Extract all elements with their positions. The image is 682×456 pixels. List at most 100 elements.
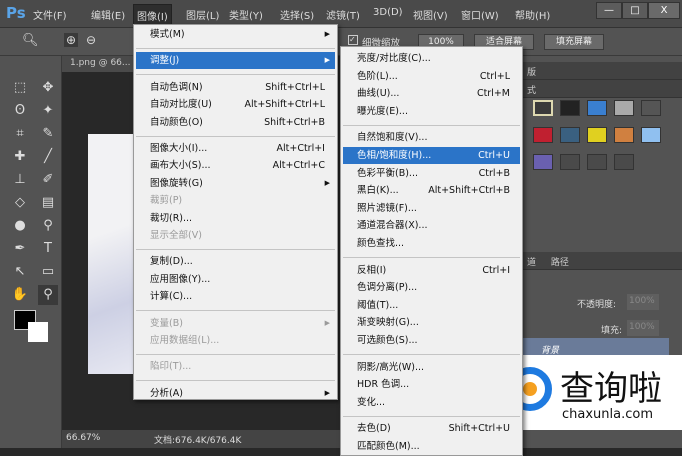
menu-item[interactable]: 分析(A) ▶ xyxy=(136,385,335,402)
menu-item[interactable]: 变化... xyxy=(343,394,520,411)
menu-item[interactable]: 色阶(L)... Ctrl+L xyxy=(343,68,520,85)
tool-icon-1[interactable]: ✥ xyxy=(38,78,58,98)
menu-item[interactable]: 图像大小(I)... Alt+Ctrl+I xyxy=(136,140,335,157)
menu-item[interactable]: 自然饱和度(V)... xyxy=(343,129,520,146)
zoom-level: 66.67% xyxy=(66,433,101,443)
tool-icon-2[interactable]: ʘ xyxy=(10,101,30,121)
style-swatch[interactable] xyxy=(641,100,661,116)
menu-9[interactable]: 窗口(W) xyxy=(458,7,502,22)
menu-3[interactable]: 图层(L) xyxy=(183,7,222,22)
menu-item-label: 裁剪(P) xyxy=(150,195,183,207)
tool-icon-15[interactable]: T xyxy=(38,239,58,259)
menu-item[interactable]: 可选颜色(S)... xyxy=(343,332,520,349)
menu-item[interactable]: 通道混合器(X)... xyxy=(343,217,520,234)
menu-item[interactable]: 色相/饱和度(H)... Ctrl+U xyxy=(343,147,520,164)
menu-item[interactable]: 画布大小(S)... Alt+Ctrl+C xyxy=(136,157,335,174)
opacity-input[interactable]: 100% xyxy=(627,294,659,310)
style-swatch[interactable] xyxy=(533,127,553,143)
menu-item[interactable]: 色调分离(P)... xyxy=(343,279,520,296)
style-swatch[interactable] xyxy=(587,127,607,143)
menu-item[interactable]: 亮度/对比度(C)... xyxy=(343,50,520,67)
menu-item[interactable]: 曲线(U)... Ctrl+M xyxy=(343,85,520,102)
close-button[interactable]: X xyxy=(648,2,680,19)
tool-icon-14[interactable]: ✒ xyxy=(10,239,30,259)
zoom-in-icon[interactable]: ⊕ xyxy=(64,33,79,47)
style-swatch[interactable] xyxy=(587,154,607,170)
menu-item[interactable]: 自动对比度(U) Alt+Shift+Ctrl+L xyxy=(136,96,335,113)
menu-item[interactable]: 图像旋转(G) ▶ xyxy=(136,175,335,192)
menu-item[interactable]: 裁切(R)... xyxy=(136,210,335,227)
menu-8[interactable]: 视图(V) xyxy=(410,7,451,22)
zoom-out-icon[interactable]: ⊖ xyxy=(86,33,96,47)
tool-icon-4[interactable]: ⌗ xyxy=(10,124,30,144)
minimize-button[interactable]: — xyxy=(596,2,622,19)
panel-tab-swatches[interactable]: 版 xyxy=(523,62,682,80)
style-swatch[interactable] xyxy=(560,127,580,143)
menu-item[interactable]: 照片滤镜(F)... xyxy=(343,200,520,217)
menu-item[interactable]: 复制(D)... xyxy=(136,253,335,270)
menu-item[interactable]: 颜色查找... xyxy=(343,235,520,252)
tool-icon-11[interactable]: ▤ xyxy=(38,193,58,213)
menu-item-shortcut: Alt+Shift+Ctrl+B xyxy=(428,185,510,197)
tool-icon-16[interactable]: ↖ xyxy=(10,262,30,282)
tool-icon-9[interactable]: ✐ xyxy=(38,170,58,190)
tool-icon-3[interactable]: ✦ xyxy=(38,101,58,121)
maximize-button[interactable]: □ xyxy=(622,2,648,19)
menu-item[interactable]: 自动色调(N) Shift+Ctrl+L xyxy=(136,79,335,96)
scrubby-zoom-checkbox[interactable]: ✓ xyxy=(348,35,358,45)
menu-item[interactable]: 色彩平衡(B)... Ctrl+B xyxy=(343,165,520,182)
tab-paths[interactable]: 路径 xyxy=(551,258,569,268)
menu-0[interactable]: 文件(F) xyxy=(30,7,70,22)
zoom-tool-icon[interactable]: 🔍︎ xyxy=(22,33,39,48)
menu-item[interactable]: 计算(C)... xyxy=(136,288,335,305)
menu-item[interactable]: 渐变映射(G)... xyxy=(343,314,520,331)
menu-4[interactable]: 类型(Y) xyxy=(226,7,266,22)
style-swatch[interactable] xyxy=(587,100,607,116)
menu-item[interactable]: 阈值(T)... xyxy=(343,297,520,314)
style-swatch[interactable] xyxy=(560,100,580,116)
document-tab[interactable]: 1.png @ 66... xyxy=(62,56,142,72)
tool-icon-8[interactable]: ⊥ xyxy=(10,170,30,190)
tool-icon-19[interactable]: ⚲ xyxy=(38,285,58,305)
menu-item[interactable]: 模式(M) ▶ xyxy=(136,26,335,43)
menu-item[interactable]: 自动颜色(O) Shift+Ctrl+B xyxy=(136,114,335,131)
menu-7[interactable]: 3D(D) xyxy=(370,7,406,18)
tool-icon-10[interactable]: ◇ xyxy=(10,193,30,213)
style-swatch[interactable] xyxy=(614,154,634,170)
menu-item-label: 黑白(K)... xyxy=(357,185,399,197)
menu-item-shortcut: Alt+Shift+Ctrl+L xyxy=(244,99,325,111)
style-swatch[interactable] xyxy=(614,127,634,143)
tab-channels[interactable]: 道 xyxy=(527,258,536,268)
menu-item[interactable]: 曝光度(E)... xyxy=(343,103,520,120)
menu-10[interactable]: 帮助(H) xyxy=(512,7,553,22)
tool-icon-17[interactable]: ▭ xyxy=(38,262,58,282)
fill-input[interactable]: 100% xyxy=(627,320,659,336)
style-swatch[interactable] xyxy=(533,100,553,116)
menu-item[interactable]: 去色(D) Shift+Ctrl+U xyxy=(343,420,520,437)
tool-icon-13[interactable]: ⚲ xyxy=(38,216,58,236)
style-swatch[interactable] xyxy=(614,100,634,116)
tool-icon-7[interactable]: ╱ xyxy=(38,147,58,167)
menu-item[interactable]: 调整(J) ▶ xyxy=(136,52,335,70)
panel-tab-styles[interactable]: 式 xyxy=(523,80,682,98)
tool-icon-5[interactable]: ✎ xyxy=(38,124,58,144)
style-swatch[interactable] xyxy=(533,154,553,170)
style-swatch[interactable] xyxy=(641,127,661,143)
style-swatch[interactable] xyxy=(560,154,580,170)
background-color-swatch[interactable] xyxy=(28,322,48,342)
tool-icon-6[interactable]: ✚ xyxy=(10,147,30,167)
menu-item[interactable]: 匹配颜色(M)... xyxy=(343,438,520,455)
fill-screen-button[interactable]: 填充屏幕 xyxy=(544,34,604,50)
tool-icon-0[interactable]: ⬚ xyxy=(10,78,30,98)
menu-item[interactable]: 阴影/高光(W)... xyxy=(343,359,520,376)
menu-item[interactable]: 黑白(K)... Alt+Shift+Ctrl+B xyxy=(343,182,520,199)
tool-icon-18[interactable]: ✋ xyxy=(10,285,30,305)
menu-item[interactable]: 应用图像(Y)... xyxy=(136,271,335,288)
menu-5[interactable]: 选择(S) xyxy=(277,7,317,22)
menu-6[interactable]: 滤镜(T) xyxy=(323,7,363,22)
menu-item[interactable]: HDR 色调... xyxy=(343,376,520,393)
menu-item-label: 色相/饱和度(H)... xyxy=(357,150,432,161)
tool-icon-12[interactable]: ● xyxy=(10,216,30,236)
menu-1[interactable]: 编辑(E) xyxy=(88,7,128,22)
menu-item[interactable]: 反相(I) Ctrl+I xyxy=(343,262,520,279)
